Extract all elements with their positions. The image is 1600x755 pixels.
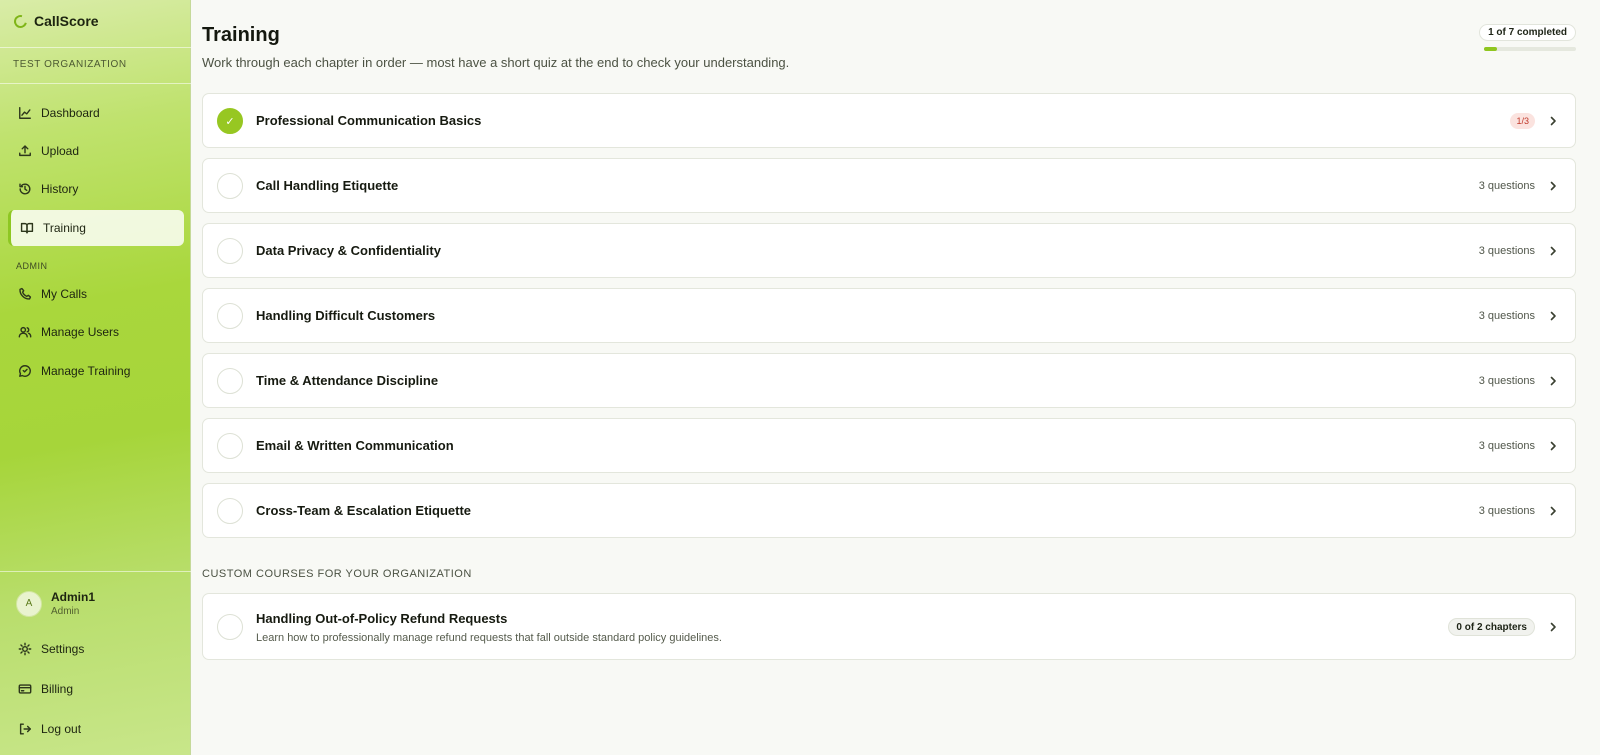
brand[interactable]: CallScore: [11, 12, 99, 30]
page-subtitle: Work through each chapter in order — mos…: [202, 55, 790, 70]
progress-bar: [1484, 47, 1576, 51]
chapters-progress-badge: 0 of 2 chapters: [1448, 618, 1535, 636]
user-role: Admin: [51, 606, 80, 617]
credit-card-icon: [18, 684, 32, 694]
question-count: 3 questions: [1478, 310, 1535, 322]
chapter-title: Cross-Team & Escalation Etiquette: [256, 503, 472, 518]
chapter-title: Handling Difficult Customers: [256, 308, 436, 323]
chevron-right-icon: [1550, 376, 1556, 386]
chapter-card-email-written-communication[interactable]: Email & Written Communication 3 question…: [202, 418, 1576, 473]
chevron-right-icon: [1550, 181, 1556, 191]
sidebar-item-history[interactable]: History: [8, 171, 184, 207]
chevron-right-icon: [1550, 506, 1556, 516]
sidebar-item-label: Settings: [41, 642, 85, 656]
chapter-card-professional-communication-basics[interactable]: ✓ Professional Communication Basics 1/3: [202, 93, 1576, 148]
chapter-title: Time & Attendance Discipline: [256, 373, 439, 388]
sidebar-item-label: Log out: [41, 722, 82, 736]
question-count: 3 questions: [1478, 375, 1535, 387]
chapter-card-handling-difficult-customers[interactable]: Handling Difficult Customers 3 questions: [202, 288, 1576, 343]
sidebar-item-label: Training: [43, 221, 86, 235]
sidebar-item-manage-users[interactable]: Manage Users: [8, 314, 184, 350]
divider: [0, 571, 191, 572]
sidebar-item-label: Billing: [41, 682, 74, 696]
chapter-card-call-handling-etiquette[interactable]: Call Handling Etiquette 3 questions: [202, 158, 1576, 213]
app-name: CallScore: [34, 13, 99, 29]
sidebar-item-settings[interactable]: Settings: [8, 631, 184, 667]
main-content: Training Work through each chapter in or…: [191, 0, 1600, 755]
chapter-title: Call Handling Etiquette: [256, 178, 399, 193]
phone-icon: [19, 287, 32, 300]
sidebar-item-label: Manage Training: [41, 364, 131, 378]
chevron-right-icon: [1550, 441, 1556, 451]
chapter-title: Data Privacy & Confidentiality: [256, 243, 441, 258]
avatar: A: [16, 590, 42, 617]
chapter-title: Professional Communication Basics: [256, 113, 482, 128]
status-circle-icon: [217, 433, 243, 459]
chapter-card-data-privacy[interactable]: Data Privacy & Confidentiality 3 questio…: [202, 223, 1576, 278]
chapter-title: Email & Written Communication: [256, 438, 454, 453]
sidebar-item-upload[interactable]: Upload: [8, 133, 184, 169]
custom-course-card-refund-requests[interactable]: Handling Out-of-Policy Refund Requests L…: [202, 593, 1576, 660]
chevron-right-icon: [1550, 311, 1556, 321]
divider: [0, 83, 191, 84]
page-title: Training: [202, 24, 280, 46]
history-icon: [19, 183, 31, 195]
quiz-score-badge: 1/3: [1510, 113, 1535, 129]
question-count: 3 questions: [1478, 180, 1535, 192]
chevron-right-icon: [1550, 622, 1556, 632]
user-profile[interactable]: A Admin1 Admin: [16, 590, 95, 617]
completed-check-icon: ✓: [217, 108, 243, 134]
logout-icon: [19, 723, 31, 735]
sidebar-item-label: History: [41, 182, 79, 196]
chapter-card-time-attendance[interactable]: Time & Attendance Discipline 3 questions: [202, 353, 1576, 408]
status-circle-icon: [217, 498, 243, 524]
status-circle-icon: [217, 303, 243, 329]
sun-gear-icon: [18, 642, 32, 656]
sidebar-item-label: Upload: [41, 144, 80, 158]
sidebar-item-training[interactable]: Training: [8, 210, 184, 246]
progress-bar-fill: [1484, 47, 1498, 51]
chart-line-icon: [19, 107, 31, 119]
upload-icon: [19, 145, 31, 157]
admin-section-label: ADMIN: [16, 261, 48, 271]
progress-badge: 1 of 7 completed: [1479, 24, 1576, 41]
sidebar-item-label: Dashboard: [41, 106, 100, 120]
sidebar-item-my-calls[interactable]: My Calls: [8, 276, 184, 312]
status-circle-icon: [217, 238, 243, 264]
sidebar-item-label: Manage Users: [41, 325, 120, 339]
sidebar-item-logout[interactable]: Log out: [8, 711, 184, 747]
sidebar: CallScore TEST ORGANIZATION Dashboard Up…: [0, 0, 191, 755]
custom-courses-label: CUSTOM COURSES FOR YOUR ORGANIZATION: [202, 568, 472, 580]
course-description: Learn how to professionally manage refun…: [256, 632, 722, 644]
chevron-right-icon: [1550, 246, 1556, 256]
organization-name: TEST ORGANIZATION: [13, 59, 127, 70]
book-open-icon: [20, 222, 34, 234]
callscore-logo-icon: [11, 12, 30, 30]
question-count: 3 questions: [1478, 505, 1535, 517]
status-circle-icon: [217, 368, 243, 394]
sidebar-item-label: My Calls: [41, 287, 88, 301]
chevron-right-icon: [1550, 116, 1556, 126]
course-title: Handling Out-of-Policy Refund Requests: [256, 611, 508, 626]
question-count: 3 questions: [1478, 440, 1535, 452]
sidebar-item-billing[interactable]: Billing: [8, 671, 184, 707]
status-circle-icon: [217, 614, 243, 640]
status-circle-icon: [217, 173, 243, 199]
sidebar-item-dashboard[interactable]: Dashboard: [8, 95, 184, 131]
user-name: Admin1: [51, 590, 96, 604]
users-icon: [18, 326, 32, 338]
sidebar-item-manage-training[interactable]: Manage Training: [8, 353, 184, 389]
divider: [0, 47, 191, 48]
message-icon: [19, 365, 31, 377]
chapter-card-cross-team-escalation[interactable]: Cross-Team & Escalation Etiquette 3 ques…: [202, 483, 1576, 538]
question-count: 3 questions: [1478, 245, 1535, 257]
